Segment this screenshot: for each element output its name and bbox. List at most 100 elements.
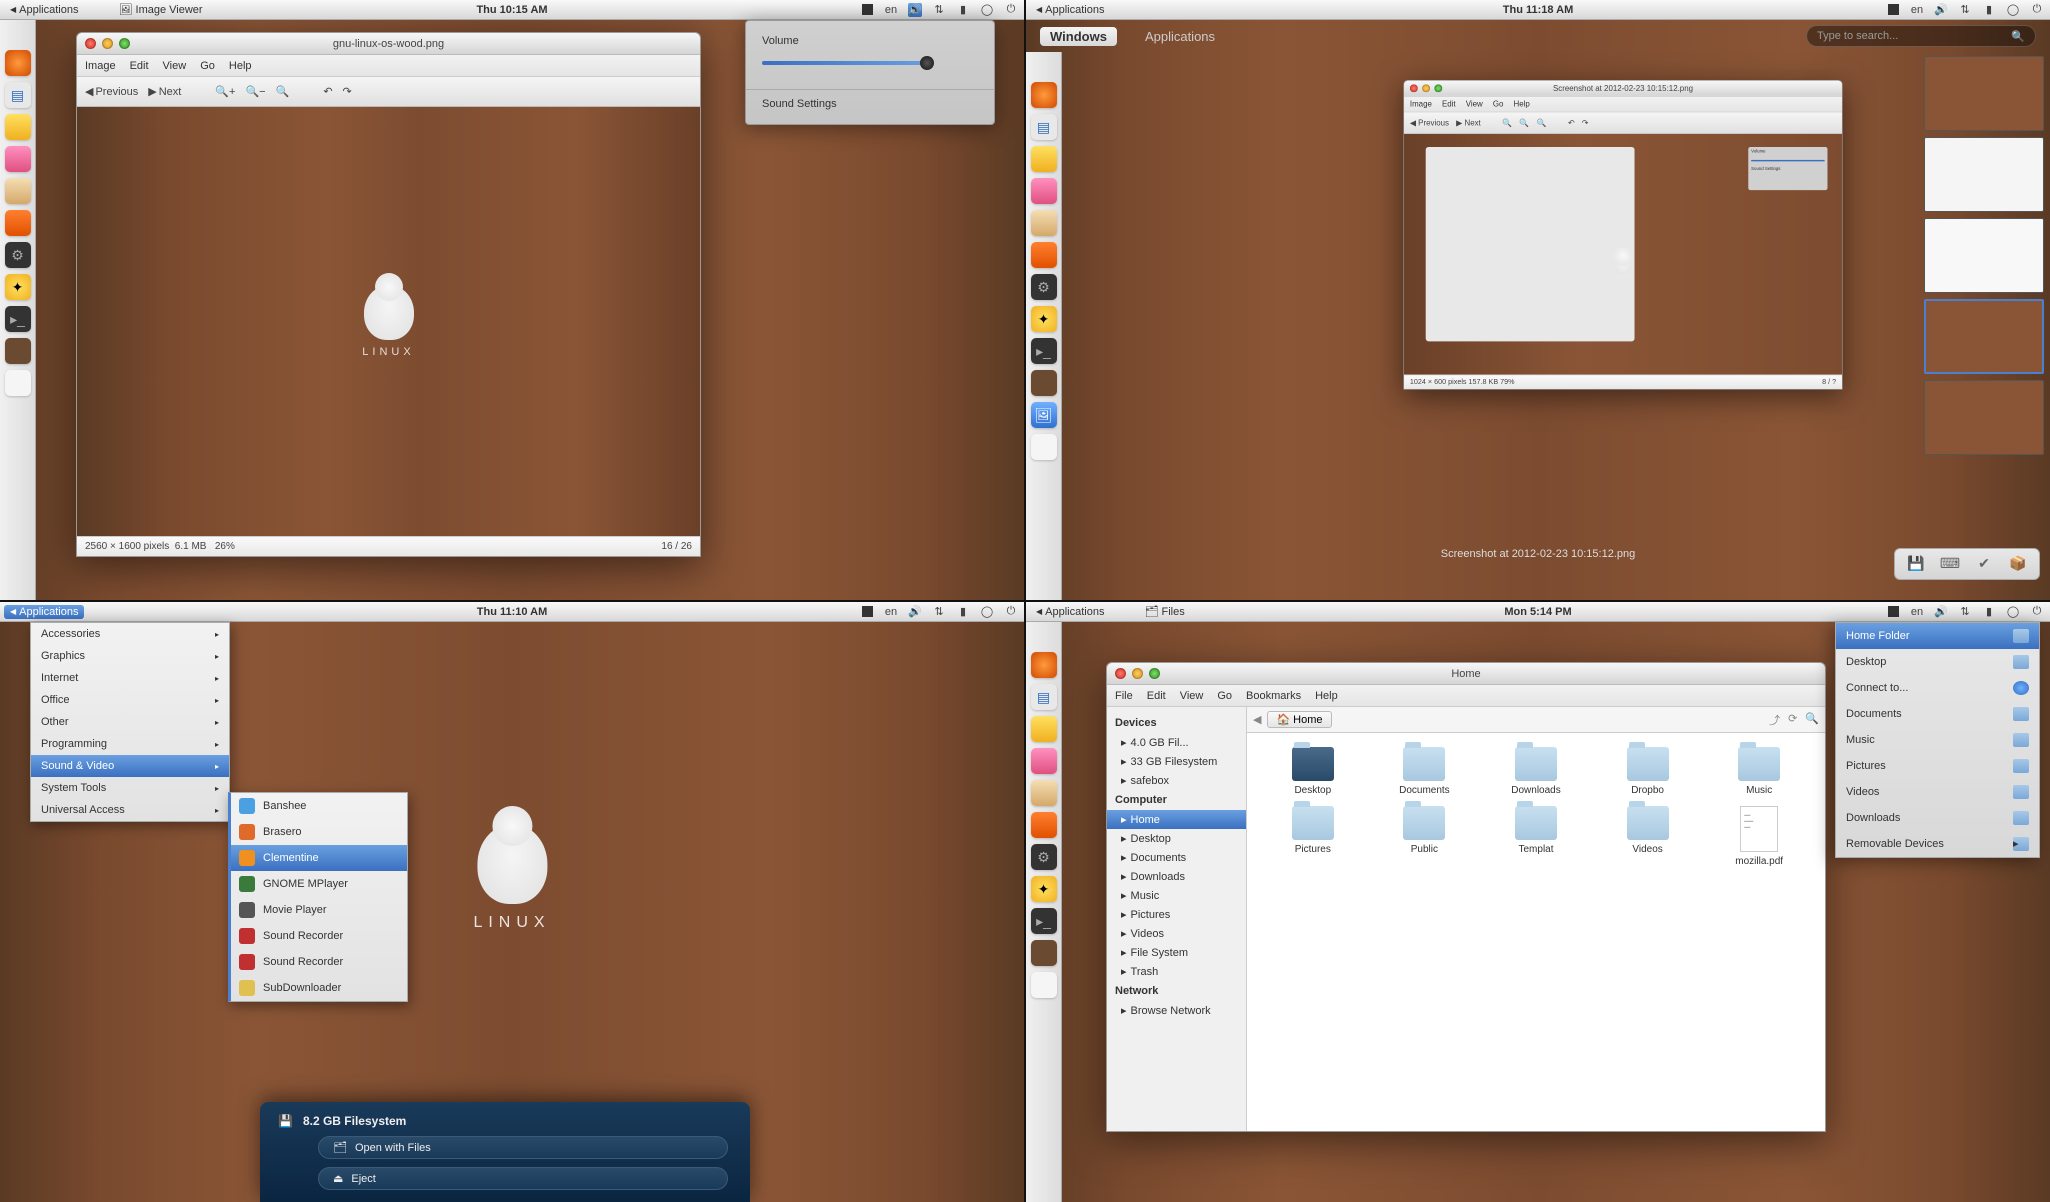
file-icon-dropbo[interactable]: Dropbo xyxy=(1596,747,1700,796)
rotate-left-icon[interactable]: ↶ xyxy=(323,85,332,98)
dock-star-icon[interactable]: ✦ xyxy=(1031,306,1057,332)
maximize-button[interactable] xyxy=(1149,668,1160,679)
submenu-item-banshee[interactable]: Banshee xyxy=(231,793,407,819)
tray-drive-icon[interactable] xyxy=(1886,3,1900,17)
search-icon[interactable]: 🔍 xyxy=(1805,712,1819,728)
tray-drive-icon[interactable] xyxy=(1886,605,1900,619)
sidebar-item-browse-network[interactable]: ▸Browse Network xyxy=(1107,1001,1246,1020)
places-item-music[interactable]: Music xyxy=(1836,727,2039,753)
rotate-right-icon[interactable]: ↷ xyxy=(343,85,352,98)
tray-power-icon[interactable]: ⏻ xyxy=(1004,605,1018,619)
apps-menu-button[interactable]: ◀Applications xyxy=(4,4,84,16)
menu-edit[interactable]: Edit xyxy=(1147,690,1166,702)
dock-gimp-icon[interactable] xyxy=(1031,210,1057,236)
tray-power-icon[interactable]: ⏻ xyxy=(2030,3,2044,17)
clock[interactable]: Thu 11:10 AM xyxy=(477,606,548,618)
apps-menu-button[interactable]: ◀Applications xyxy=(1030,4,1110,16)
tray-drive-icon[interactable] xyxy=(860,605,874,619)
workspace-thumb-selected[interactable] xyxy=(1924,299,2044,374)
dock-firefox-icon[interactable] xyxy=(1031,652,1057,678)
dock-brown-app-icon[interactable] xyxy=(1031,370,1057,396)
tray-network-icon[interactable]: ⇅ xyxy=(932,605,946,619)
tray-battery-icon[interactable]: ▮ xyxy=(1982,3,1996,17)
places-item-pictures[interactable]: Pictures xyxy=(1836,753,2039,779)
tray-user-icon[interactable]: ◯ xyxy=(980,3,994,17)
previous-button[interactable]: ◀ Previous xyxy=(85,85,138,98)
dock-star-icon[interactable]: ✦ xyxy=(5,274,31,300)
clock[interactable]: Mon 5:14 PM xyxy=(1504,606,1571,618)
back-button[interactable]: ◀ xyxy=(1253,713,1261,726)
dock-spreadsheet-icon[interactable] xyxy=(1031,146,1057,172)
dock-brown-app-icon[interactable] xyxy=(5,338,31,364)
submenu-item-sound-recorder[interactable]: Sound Recorder xyxy=(231,923,407,949)
menu-category-universal-access[interactable]: Universal Access▸ xyxy=(31,799,229,821)
dock-dark-app-icon[interactable]: ⚙ xyxy=(5,242,31,268)
dock-document-icon[interactable]: ▤ xyxy=(1031,684,1057,710)
tray-volume-icon[interactable]: 🔊 xyxy=(1934,605,1948,619)
tray-battery-icon[interactable]: ▮ xyxy=(956,605,970,619)
submenu-item-clementine[interactable]: Clementine xyxy=(231,845,407,871)
file-icon-videos[interactable]: Videos xyxy=(1596,806,1700,867)
apps-menu-button[interactable]: ◀Applications xyxy=(1030,606,1110,618)
window-preview[interactable]: Screenshot at 2012-02-23 10:15:12.png Im… xyxy=(1318,80,1758,442)
dock-brown-app-icon[interactable] xyxy=(1031,940,1057,966)
nav-up-icon[interactable]: ⤴ xyxy=(1769,712,1780,728)
workspace-thumb[interactable] xyxy=(1924,380,2044,455)
dock-spreadsheet-icon[interactable] xyxy=(5,114,31,140)
menu-file[interactable]: File xyxy=(1115,690,1133,702)
tray-network-icon[interactable]: ⇅ xyxy=(932,3,946,17)
sidebar-item-music[interactable]: ▸Music xyxy=(1107,886,1246,905)
tray-lang[interactable]: en xyxy=(884,3,898,17)
tray-user-icon[interactable]: ◯ xyxy=(2006,605,2020,619)
menu-image[interactable]: Image xyxy=(85,60,116,72)
places-item-removable-devices[interactable]: Removable Devices▸ xyxy=(1836,831,2039,857)
places-item-desktop[interactable]: Desktop xyxy=(1836,649,2039,675)
tray-lang[interactable]: en xyxy=(884,605,898,619)
dock-terminal-icon[interactable]: ▸_ xyxy=(5,306,31,332)
sidebar-item-pictures[interactable]: ▸Pictures xyxy=(1107,905,1246,924)
dock-pink-app-icon[interactable] xyxy=(5,146,31,172)
clock[interactable]: Thu 10:15 AM xyxy=(476,4,547,16)
menu-help[interactable]: Help xyxy=(229,60,252,72)
tray-battery-icon[interactable]: ▮ xyxy=(1982,605,1996,619)
sidebar-item-downloads[interactable]: ▸Downloads xyxy=(1107,867,1246,886)
menu-category-accessories[interactable]: Accessories▸ xyxy=(31,623,229,645)
menu-category-graphics[interactable]: Graphics▸ xyxy=(31,645,229,667)
tray-check-icon[interactable]: ✔ xyxy=(1973,555,1995,573)
menu-category-other[interactable]: Other▸ xyxy=(31,711,229,733)
workspace-thumb[interactable] xyxy=(1924,56,2044,131)
dock-gimp-icon[interactable] xyxy=(5,178,31,204)
tray-lang[interactable]: en xyxy=(1910,3,1924,17)
file-icon-templat[interactable]: Templat xyxy=(1484,806,1588,867)
tray-volume-icon[interactable]: 🔊 xyxy=(908,3,922,17)
file-icon-public[interactable]: Public xyxy=(1373,806,1477,867)
submenu-item-sound-recorder[interactable]: Sound Recorder xyxy=(231,949,407,975)
clock[interactable]: Thu 11:18 AM xyxy=(1503,4,1574,16)
tray-network-icon[interactable]: ⇅ xyxy=(1958,3,1972,17)
dock-white-app-icon[interactable] xyxy=(5,370,31,396)
zoom-fit-icon[interactable]: 🔍 xyxy=(276,85,290,98)
file-icon-desktop[interactable]: Desktop xyxy=(1261,747,1365,796)
tab-applications[interactable]: Applications xyxy=(1135,27,1225,46)
places-item-downloads[interactable]: Downloads xyxy=(1836,805,2039,831)
zoom-in-icon[interactable]: 🔍+ xyxy=(215,85,235,98)
tray-drive-icon[interactable] xyxy=(860,3,874,17)
places-item-home-folder[interactable]: Home Folder xyxy=(1836,623,2039,649)
submenu-item-brasero[interactable]: Brasero xyxy=(231,819,407,845)
dock-dark-app-icon[interactable]: ⚙ xyxy=(1031,844,1057,870)
sidebar-item-videos[interactable]: ▸Videos xyxy=(1107,924,1246,943)
sidebar-item--gb-fil-[interactable]: ▸4.0 GB Fil... xyxy=(1107,733,1246,752)
tray-user-icon[interactable]: ◯ xyxy=(2006,3,2020,17)
close-button[interactable] xyxy=(85,38,96,49)
tray-keyboard-icon[interactable]: ⌨ xyxy=(1939,555,1961,573)
workspace-thumb[interactable] xyxy=(1924,218,2044,293)
places-item-videos[interactable]: Videos xyxy=(1836,779,2039,805)
file-icon-downloads[interactable]: Downloads xyxy=(1484,747,1588,796)
tray-package-icon[interactable]: 📦 xyxy=(2007,555,2029,573)
menu-category-office[interactable]: Office▸ xyxy=(31,689,229,711)
maximize-button[interactable] xyxy=(119,38,130,49)
dock-document-icon[interactable]: ▤ xyxy=(5,82,31,108)
breadcrumb-home[interactable]: 🏠 Home xyxy=(1267,711,1331,728)
sidebar-item-file-system[interactable]: ▸File System xyxy=(1107,943,1246,962)
tray-drive-icon[interactable]: 💾 xyxy=(1905,555,1927,573)
